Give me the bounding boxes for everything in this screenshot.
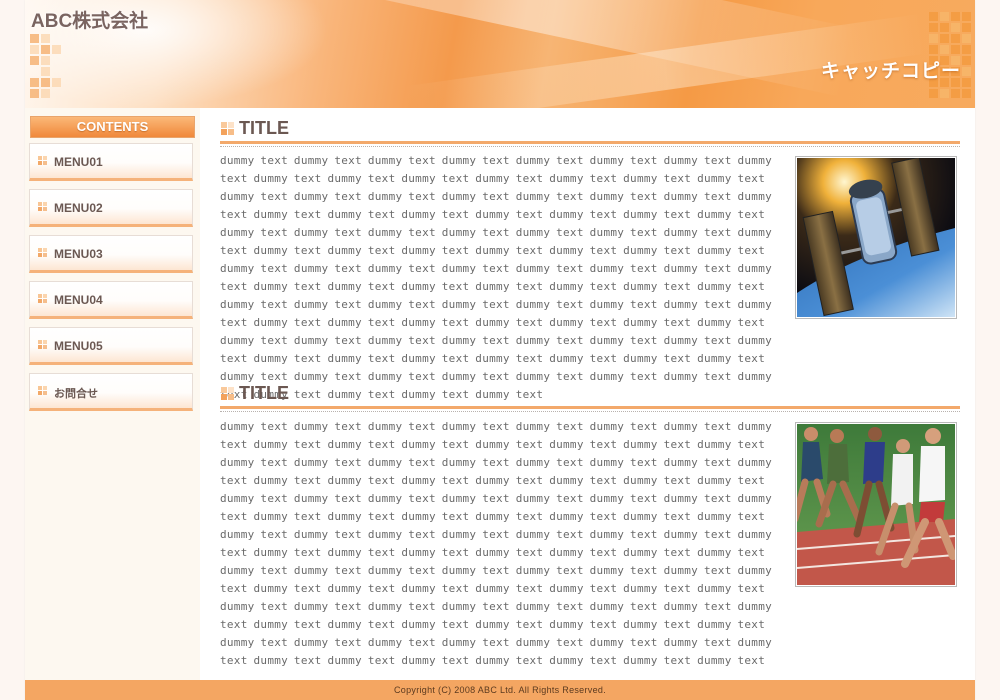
sidebar: CONTENTS MENU01 MENU02 MENU03 MENU04 MEN… — [25, 108, 200, 680]
section-title-text: TITLE — [239, 383, 289, 403]
section-body-text: dummy text dummy text dummy text dummy t… — [220, 154, 773, 401]
square-bullet-icon — [38, 386, 48, 396]
square-bullet-icon — [221, 122, 235, 136]
sidebar-item-menu05[interactable]: MENU05 — [29, 327, 193, 365]
sidebar-item-label: MENU01 — [54, 155, 103, 169]
section-body-text: dummy text dummy text dummy text dummy t… — [220, 420, 773, 667]
dotted-divider — [220, 146, 960, 147]
sidebar-item-label: MENU05 — [54, 339, 103, 353]
sidebar-item-label: お問合せ — [54, 387, 98, 400]
section-title: TITLE — [220, 117, 960, 144]
section-title-text: TITLE — [239, 118, 289, 138]
square-bullet-icon — [38, 248, 48, 258]
sidebar-item-contact[interactable]: お問合せ — [29, 373, 193, 411]
header-banner: ABC株式会社 キャッチコピー — [25, 0, 975, 108]
square-bullet-icon — [38, 294, 48, 304]
site-title[interactable]: ABC株式会社 — [31, 6, 148, 33]
sidebar-item-label: MENU02 — [54, 201, 103, 215]
footer: Copyright (C) 2008 ABC Ltd. All Rights R… — [25, 680, 975, 700]
square-bullet-icon — [38, 156, 48, 166]
tile-decoration-left — [30, 34, 72, 98]
tile-decoration-right — [929, 12, 971, 98]
space-station-image — [797, 158, 955, 317]
sidebar-item-label: MENU03 — [54, 247, 103, 261]
contents-heading: CONTENTS — [30, 116, 195, 138]
sidebar-item-menu04[interactable]: MENU04 — [29, 281, 193, 319]
square-bullet-icon — [38, 340, 48, 350]
sidebar-item-label: MENU04 — [54, 293, 103, 307]
space-station-photo — [795, 156, 957, 319]
catch-copy: キャッチコピー — [820, 60, 961, 82]
sidebar-item-menu03[interactable]: MENU03 — [29, 235, 193, 273]
page: ABC株式会社 キャッチコピー CONTENTS MENU01 MENU02 M… — [25, 0, 975, 700]
sidebar-item-menu02[interactable]: MENU02 — [29, 189, 193, 227]
square-bullet-icon — [221, 387, 235, 401]
square-bullet-icon — [38, 202, 48, 212]
dotted-divider — [220, 411, 960, 412]
section-title: TITLE — [220, 382, 960, 409]
sidebar-item-menu01[interactable]: MENU01 — [29, 143, 193, 181]
runners-photo — [795, 422, 957, 587]
runners-image — [797, 424, 955, 585]
